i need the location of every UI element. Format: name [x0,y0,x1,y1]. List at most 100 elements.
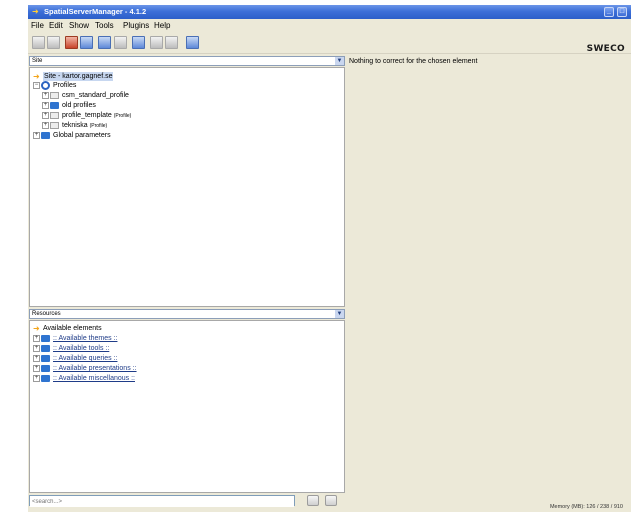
tree-root-label: Site - kartor.gagnef.se [43,72,114,81]
app-arrow-icon: ➜ [32,7,39,16]
search-input[interactable] [30,497,294,507]
resources-selector-label: Resources [32,311,61,317]
profile-suffix: (Profile) [113,113,132,119]
expand-icon[interactable]: + [33,355,40,362]
expand-icon[interactable]: + [42,112,49,119]
open-button[interactable] [47,36,60,49]
details-panel: Nothing to correct for the chosen elemen… [347,56,631,512]
application-window: ➜ SpatialServerManager - 4.1.2 _ □ File … [28,5,631,512]
resource-link[interactable]: :: Available miscellanous :: [53,374,135,383]
search-tool-button[interactable] [132,36,145,49]
profiles-label: Profiles [53,82,77,89]
delete-button[interactable] [65,36,78,49]
resource-item[interactable]: + :: Available themes :: [33,334,193,343]
tree-item-profile[interactable]: + profile_template (Profile) [42,111,202,120]
resource-link[interactable]: :: Available themes :: [53,334,117,343]
chevron-down-icon: ▼ [335,57,344,65]
export-icon [151,37,162,48]
site-selector-label: Site [32,58,43,64]
title-bar: ➜ SpatialServerManager - 4.1.2 _ □ [28,5,631,19]
site-selector[interactable]: Site ▼ [29,56,345,66]
expand-icon[interactable]: + [42,122,49,129]
profile-name: tekniska [62,122,88,129]
resource-link[interactable]: :: Available queries :: [53,354,117,363]
profile-label-group: profile_template (Profile) [62,111,131,121]
menu-show[interactable]: Show [69,21,89,31]
import-icon [166,37,177,48]
window-button[interactable] [186,36,199,49]
memory-status: Memory (MB): 126 / 238 / 910 [549,504,623,510]
maximize-button[interactable]: □ [617,7,627,17]
resource-item[interactable]: + :: Available miscellanous :: [33,374,193,383]
chevron-down-icon: ▼ [335,310,344,318]
folder-icon [81,37,92,48]
search-field[interactable] [29,495,295,507]
folder-icon [41,345,50,352]
export-button[interactable] [150,36,163,49]
profile-label-group: tekniska (Profile) [62,121,107,131]
profile-name: profile_template [62,112,112,119]
expand-icon[interactable]: + [33,375,40,382]
toolbar: SWECO [28,32,631,54]
expand-icon[interactable]: + [42,92,49,99]
profile-icon [50,112,59,119]
profile-icon [50,122,59,129]
profile-icon [50,92,59,99]
resource-link[interactable]: :: Available presentations :: [53,364,137,373]
expand-icon[interactable]: + [42,102,49,109]
expand-icon[interactable]: + [33,132,40,139]
menu-plugins[interactable]: Plugins [123,21,149,31]
tree-item-profile[interactable]: + tekniska (Profile) [42,121,202,130]
menu-help[interactable]: Help [154,21,170,31]
menu-bar: File Edit Show Tools Plugins Help [28,20,631,32]
site-arrow-icon: ➜ [33,72,40,81]
search-icon [133,37,144,48]
tree-root-available[interactable]: ➜ Available elements [33,324,153,333]
resource-item[interactable]: + :: Available tools :: [33,344,193,353]
folder-icon [41,375,50,382]
folder-button[interactable] [80,36,93,49]
minimize-button[interactable]: _ [604,7,614,17]
open-icon [48,37,59,48]
folder-icon [41,132,50,139]
folder-icon [41,365,50,372]
folder-icon [50,102,59,109]
sweco-logo: SWECO [586,44,625,54]
search-prev-button[interactable] [307,495,319,506]
expand-icon[interactable]: + [33,345,40,352]
resources-selector[interactable]: Resources ▼ [29,309,345,319]
search-next-button[interactable] [325,495,337,506]
import-button[interactable] [165,36,178,49]
menu-tools[interactable]: Tools [95,21,114,31]
profile-suffix: (Profile) [89,123,108,129]
window-icon [187,37,198,48]
site-tree-panel: ➜ Site - kartor.gagnef.se − Profiles + c… [29,67,345,307]
expand-icon[interactable]: + [33,335,40,342]
profile-name: old profiles [62,102,96,109]
window-title: SpatialServerManager - 4.1.2 [44,7,147,16]
menu-edit[interactable]: Edit [49,21,63,31]
tree-item-profile[interactable]: + old profiles [42,101,202,110]
collapse-icon[interactable]: − [33,82,40,89]
resource-item[interactable]: + :: Available presentations :: [33,364,193,373]
folder-icon [41,335,50,342]
tree-root-site[interactable]: ➜ Site - kartor.gagnef.se [33,72,153,81]
expand-icon[interactable]: + [33,365,40,372]
profile-name: csm_standard_profile [62,92,129,99]
resource-item[interactable]: + :: Available queries :: [33,354,193,363]
new-button[interactable] [32,36,45,49]
tree-node-profiles[interactable]: − Profiles [33,81,153,90]
delete-icon [66,37,77,48]
global-parameters-label: Global parameters [53,132,111,139]
menu-file[interactable]: File [31,21,44,31]
resource-link[interactable]: :: Available tools :: [53,344,109,353]
copy-button[interactable] [114,36,127,49]
tree-item-profile[interactable]: + csm_standard_profile [42,91,202,100]
resources-panel: ➜ Available elements + :: Available them… [29,320,345,493]
copy-icon [115,37,126,48]
tree-node-global[interactable]: + Global parameters [33,131,193,140]
save-button[interactable] [98,36,111,49]
new-icon [33,37,44,48]
folder-icon [41,355,50,362]
available-arrow-icon: ➜ [33,324,40,333]
